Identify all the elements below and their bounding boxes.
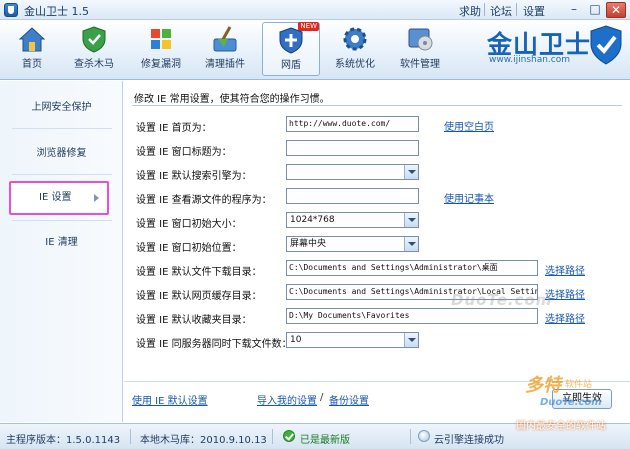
chevron-down-icon[interactable] [404, 213, 418, 227]
use-notepad-link[interactable]: 使用记事本 [444, 190, 494, 205]
sidebar-item-ie-clean[interactable]: IE 清理 [0, 225, 123, 261]
duote-slogan-watermark: 国内最安全的软件站 [516, 421, 606, 432]
use-blank-page-link[interactable]: 使用空白页 [444, 118, 494, 133]
toolbar-patch-fix[interactable]: 修复漏洞 [132, 22, 190, 76]
sidebar-item-label: IE 设置 [39, 192, 72, 203]
software-icon [405, 25, 435, 53]
view-source-label: 设置 IE 查看源文件的程序为： [136, 195, 272, 206]
maximize-button[interactable]: □ [585, 2, 605, 18]
sidebar-divider [12, 174, 112, 175]
view-source-input[interactable] [286, 188, 419, 204]
homepage-label: 设置 IE 首页为： [136, 123, 212, 134]
title-divider [484, 3, 485, 16]
duote-watermark: DuoTe.com [451, 291, 553, 309]
window-size-label: 设置 IE 窗口初始大小： [136, 219, 242, 230]
brand-url: www.ijinshan.com [489, 55, 571, 65]
broom-icon [210, 25, 240, 53]
duote-brand-watermark: 多特 [525, 375, 561, 396]
chevron-down-icon[interactable] [404, 333, 418, 347]
status-divider [130, 429, 131, 444]
toolbar-plugin-clean[interactable]: 清理插件 [196, 22, 254, 76]
duote-brand-small: 软件站 [565, 380, 593, 390]
link-separator: / [320, 392, 324, 403]
favorites-dir-browse-link[interactable]: 选择路径 [545, 310, 585, 325]
forum-link[interactable]: 论坛 [490, 3, 512, 19]
main-toolbar: 首页 查杀木马 修复漏洞 清理插件 NEW 网盾 系统优化 软件管理 金山卫士 … [0, 20, 630, 80]
title-bar: 金山卫士 1.5 求助 论坛 设置 – □ ✕ [0, 0, 630, 20]
update-status: 已是最新版 [300, 435, 350, 446]
toolbar-trojan-scan[interactable]: 查杀木马 [65, 22, 123, 76]
program-version: 主程序版本：1.5.0.1143 [6, 435, 121, 446]
sidebar-item-ie-settings[interactable]: IE 设置 [9, 181, 109, 215]
shield-icon [79, 25, 109, 53]
sidebar-item-browser-repair[interactable]: 浏览器修复 [0, 136, 123, 172]
search-engine-select[interactable] [286, 164, 419, 180]
status-bar: 主程序版本：1.5.0.1143 本地木马库：2010.9.10.13 已是最新… [0, 421, 630, 449]
max-downloads-label: 设置 IE 同服务器同时下载文件数： [136, 339, 292, 350]
windows-icon [146, 25, 176, 53]
chevron-down-icon[interactable] [404, 237, 418, 251]
title-divider [516, 3, 517, 16]
backup-settings-link[interactable]: 备份设置 [329, 392, 369, 407]
window-position-select[interactable]: 屏幕中央 [286, 236, 419, 252]
gear-icon [340, 25, 370, 53]
help-link[interactable]: 求助 [459, 3, 481, 19]
import-settings-link[interactable]: 导入我的设置 [257, 392, 317, 407]
app-shield-icon [4, 3, 18, 17]
home-icon [17, 25, 47, 53]
brand-shield-icon [590, 25, 622, 68]
sidebar: 上网安全保护 浏览器修复 IE 设置 IE 清理 [0, 81, 123, 422]
duote-url-watermark: DuoTe.com [540, 397, 602, 408]
download-dir-input[interactable]: C:\Documents and Settings\Administrator\… [286, 260, 538, 276]
select-value: 10 [290, 335, 302, 345]
toolbar-net-shield[interactable]: NEW 网盾 [262, 22, 320, 76]
minimize-button[interactable]: – [564, 2, 584, 18]
cloud-engine-status: 云引擎连接成功 [434, 435, 504, 446]
cloud-icon [418, 430, 430, 442]
chevron-right-icon [94, 194, 99, 202]
header-divider [132, 105, 622, 106]
homepage-input[interactable]: http://www.duote.com/ [286, 116, 419, 132]
select-value: 1024*768 [290, 215, 335, 225]
select-value: 屏幕中央 [290, 239, 327, 249]
max-downloads-select[interactable]: 10 [286, 332, 419, 348]
virus-db-version: 本地木马库：2010.9.10.13 [140, 435, 267, 446]
window-position-label: 设置 IE 窗口初始位置： [136, 243, 242, 254]
cache-dir-label: 设置 IE 默认网页缓存目录： [136, 291, 262, 302]
sidebar-item-web-protection[interactable]: 上网安全保护 [0, 90, 123, 126]
toolbar-software-manage[interactable]: 软件管理 [391, 22, 449, 76]
panel-header: 修改 IE 常用设置，使其符合您的操作习惯。 [134, 94, 330, 105]
status-divider [410, 429, 411, 444]
favorites-dir-label: 设置 IE 默认收藏夹目录： [136, 315, 252, 326]
toolbar-system-optimize[interactable]: 系统优化 [326, 22, 384, 76]
toolbar-home[interactable]: 首页 [3, 22, 61, 76]
check-icon [283, 430, 295, 442]
sidebar-divider [12, 128, 112, 129]
chevron-down-icon[interactable] [404, 165, 418, 179]
download-dir-browse-link[interactable]: 选择路径 [545, 262, 585, 277]
settings-link[interactable]: 设置 [523, 3, 545, 19]
status-divider [272, 429, 273, 444]
favorites-dir-input[interactable]: D:\My Documents\Favorites [286, 308, 538, 324]
search-engine-label: 设置 IE 默认搜索引擎为： [136, 171, 252, 182]
close-button[interactable]: ✕ [606, 2, 626, 18]
window-title: 金山卫士 1.5 [24, 5, 89, 18]
download-dir-label: 设置 IE 默认文件下载目录： [136, 267, 262, 278]
net-shield-icon [276, 26, 306, 54]
restore-default-link[interactable]: 使用 IE 默认设置 [132, 392, 208, 407]
sidebar-divider [12, 220, 112, 221]
window-title-input[interactable] [286, 140, 419, 156]
window-title-label: 设置 IE 窗口标题为： [136, 147, 232, 158]
window-size-select[interactable]: 1024*768 [286, 212, 419, 228]
